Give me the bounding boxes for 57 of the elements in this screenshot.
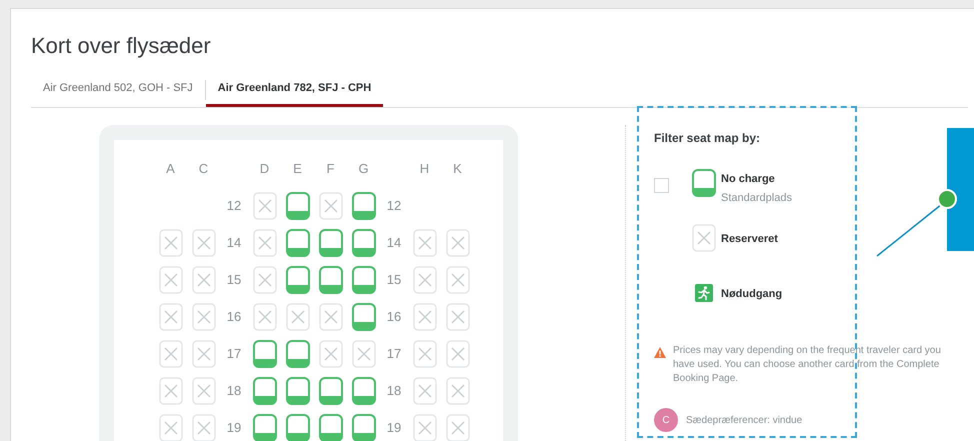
seat[interactable] [352,414,376,441]
row-number: 18 [226,382,242,400]
seat[interactable] [252,340,276,368]
filter-checkbox[interactable] [654,178,669,193]
seat[interactable] [252,376,276,404]
column-letter: F [326,160,334,178]
seat[interactable] [318,266,342,294]
seat[interactable] [286,228,310,256]
seat[interactable] [252,414,276,441]
flight-tab[interactable]: Air Greenland 782, SFJ - CPH [206,73,384,107]
seat[interactable] [286,376,310,404]
row-number: 17 [386,344,402,363]
page-title: Kort over flysæder [31,32,212,60]
row-number: 15 [386,270,402,289]
seat[interactable] [352,228,376,256]
legend-sublabel: Standardplads [721,190,792,206]
warning-icon [654,347,666,358]
row-number: 12 [386,196,402,215]
row-number: 19 [226,418,242,437]
row-number: 16 [386,308,402,326]
column-letter: E [293,160,302,178]
legend-label: Reserveret [721,232,778,247]
free-seat-icon [692,169,716,197]
seat[interactable] [318,228,342,256]
column-letter: D [260,160,270,178]
row-number: 15 [226,270,242,289]
price-notice: Prices may vary depending on the frequent traveler card you have used. You can choose another card from the Complete Booking Page. [673,344,942,386]
column-letter: H [420,160,430,178]
seat[interactable] [286,192,310,220]
seat[interactable] [318,414,342,441]
seat[interactable] [352,376,376,404]
legend-label: Nødudgang [721,287,782,302]
row-number: 19 [386,418,402,437]
emergency-exit-icon [694,284,712,302]
row-number: 16 [226,308,242,326]
avatar: C [654,408,678,432]
seat[interactable] [352,302,376,330]
column-letter: G [358,160,369,178]
row-number: 17 [226,344,242,363]
reserved-seat-icon [692,224,716,252]
seat[interactable] [286,340,310,368]
row-number: 14 [226,234,242,252]
column-letter: A [166,160,175,178]
column-letter: C [198,160,208,178]
filter-heading: Filter seat map by: [654,130,762,147]
row-number: 14 [386,234,402,252]
row-number: 12 [226,196,242,215]
column-letter: K [453,160,462,178]
row-number: 18 [386,382,402,400]
legend-label: No charge [721,172,776,187]
seat[interactable] [286,414,310,441]
flight-tab[interactable]: Air Greenland 502, GOH - SFJ [31,73,205,107]
seat[interactable] [286,266,310,294]
seat[interactable] [352,192,376,220]
seat[interactable] [318,376,342,404]
seat[interactable] [352,266,376,294]
seat-preference: Sædepræferencer: vindue [686,414,802,428]
